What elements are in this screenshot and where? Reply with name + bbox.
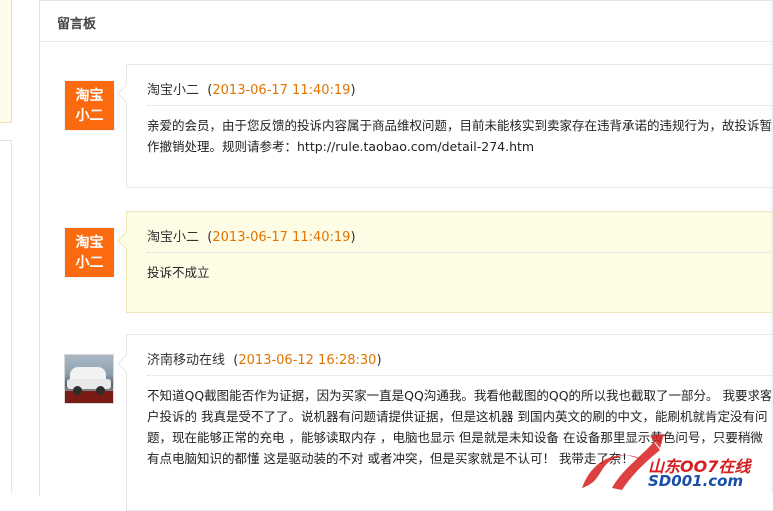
- message-pointer: [117, 231, 136, 250]
- message-pointer: [117, 84, 136, 103]
- message-divider: [147, 375, 773, 376]
- avatar-user-photo[interactable]: [64, 354, 114, 404]
- avatar-taobao-xiaoer[interactable]: 淘宝 小二: [64, 227, 115, 278]
- message-header: 淘宝小二 (2013-06-17 11:40:19): [147, 230, 356, 245]
- message-author[interactable]: 淘宝小二: [147, 83, 199, 98]
- message-divider: [147, 252, 773, 253]
- message-time: 2013-06-17 11:40:19: [212, 83, 351, 98]
- left-panel-divider: [0, 140, 12, 181]
- avatar-taobao-xiaoer[interactable]: 淘宝 小二: [64, 80, 115, 131]
- avatar-label-line1: 淘宝: [75, 234, 104, 251]
- avatar-label-line2: 小二: [75, 107, 104, 124]
- message-body: 亲爱的会员，由于您反馈的投诉内容属于商品维权问题，目前未能核实到卖家存在违背承诺…: [147, 118, 773, 154]
- message-body: 投诉不成立: [147, 265, 210, 280]
- message-board: 留言板 淘宝 小二 淘宝小二 (2013-06-17 11:40:19) 亲爱的…: [39, 0, 773, 511]
- message-author[interactable]: 济南移动在线: [147, 353, 225, 368]
- board-header: 留言板: [40, 1, 773, 42]
- avatar-label-line2: 小二: [75, 254, 104, 271]
- board-title: 留言板: [57, 17, 97, 32]
- avatar-label-line1: 淘宝: [75, 87, 104, 104]
- message-item: 淘宝小二 (2013-06-17 11:40:19) 亲爱的会员，由于您反馈的投…: [117, 64, 773, 188]
- left-panel-border: [0, 180, 12, 493]
- message-header: 济南移动在线 (2013-06-12 16:28:30): [147, 353, 382, 368]
- message-header: 淘宝小二 (2013-06-17 11:40:19): [147, 83, 356, 98]
- message-time: 2013-06-17 11:40:19: [212, 230, 351, 245]
- message-divider: [147, 105, 773, 106]
- watermark-url: SD001.com: [648, 472, 744, 490]
- message-time: 2013-06-12 16:28:30: [238, 353, 377, 368]
- message-pointer: [117, 354, 136, 373]
- left-panel-fragment: [0, 0, 12, 123]
- message-item-highlighted: 淘宝小二 (2013-06-17 11:40:19) 投诉不成立: [117, 211, 773, 313]
- message-author[interactable]: 淘宝小二: [147, 230, 199, 245]
